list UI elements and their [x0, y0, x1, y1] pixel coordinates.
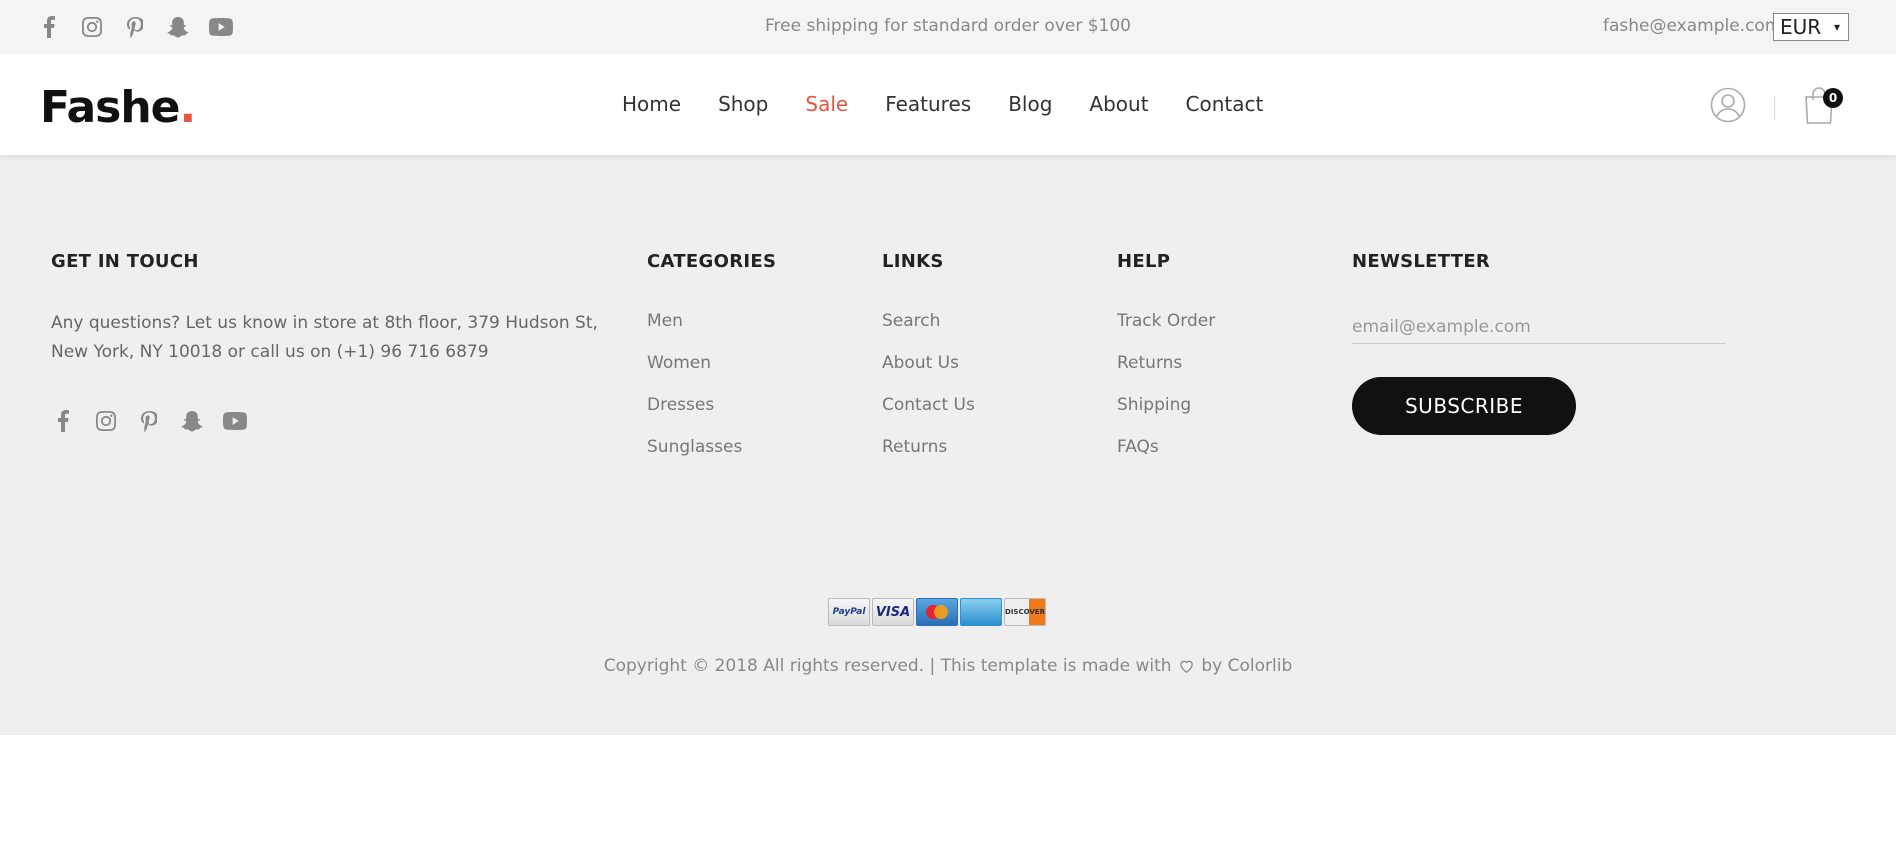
- help-section: HELP Track Order Returns Shipping FAQs: [1117, 251, 1215, 479]
- nav-contact[interactable]: Contact: [1186, 92, 1264, 116]
- help-link[interactable]: FAQs: [1117, 437, 1215, 479]
- currency-value: EUR: [1780, 15, 1822, 39]
- category-link[interactable]: Women: [647, 353, 776, 395]
- category-link[interactable]: Dresses: [647, 395, 776, 437]
- facebook-icon[interactable]: [50, 408, 76, 434]
- newsletter-section: NEWSLETTER: [1352, 251, 1490, 272]
- youtube-icon[interactable]: [222, 408, 248, 434]
- caret-down-icon: ▾: [1833, 20, 1840, 34]
- mastercard-logo: [916, 598, 958, 626]
- heart-icon: [1180, 660, 1193, 673]
- newsletter-title: NEWSLETTER: [1352, 251, 1491, 272]
- discover-logo: DISCOVER: [1004, 598, 1046, 626]
- help-link[interactable]: Track Order: [1117, 311, 1215, 353]
- help-link[interactable]: Shipping: [1117, 395, 1215, 437]
- categories-section: CATEGORIES Men Women Dresses Sunglasses: [647, 251, 776, 479]
- nav-shop[interactable]: Shop: [718, 92, 768, 116]
- help-title: HELP: [1117, 251, 1171, 272]
- main-header: Fashe. Home Shop Sale Features Blog Abou…: [0, 54, 1896, 155]
- copyright-suffix[interactable]: by Colorlib: [1201, 656, 1292, 676]
- amex-logo: [960, 598, 1002, 626]
- logo-text: Fashe: [40, 82, 181, 133]
- payment-methods: PayPal VISA DISCOVER: [828, 598, 1046, 626]
- nav-about[interactable]: About: [1089, 92, 1148, 116]
- top-bar: Free shipping for standard order over $1…: [0, 0, 1896, 54]
- get-in-touch-title: GET IN TOUCH: [51, 251, 199, 272]
- links-title: LINKS: [882, 251, 944, 272]
- categories-title: CATEGORIES: [647, 251, 777, 272]
- snapchat-icon[interactable]: [179, 408, 205, 434]
- user-account-icon[interactable]: [1710, 87, 1746, 123]
- newsletter-email-input[interactable]: [1352, 311, 1726, 344]
- nav-home[interactable]: Home: [622, 92, 681, 116]
- currency-select[interactable]: EUR ▾: [1773, 13, 1849, 41]
- paypal-logo: PayPal: [828, 598, 870, 626]
- category-link[interactable]: Men: [647, 311, 776, 353]
- logo-dot: .: [179, 82, 197, 133]
- nav-blog[interactable]: Blog: [1008, 92, 1052, 116]
- get-in-touch-section: GET IN TOUCH Any questions? Let us know …: [51, 251, 621, 367]
- footer-link[interactable]: Search: [882, 311, 975, 353]
- footer-link[interactable]: About Us: [882, 353, 975, 395]
- contact-email[interactable]: fashe@example.com: [1603, 16, 1781, 36]
- main-nav: Home Shop Sale Features Blog About Conta…: [622, 92, 1300, 116]
- links-section: LINKS Search About Us Contact Us Returns: [882, 251, 975, 479]
- subscribe-button[interactable]: SUBSCRIBE: [1352, 377, 1576, 435]
- footer-link[interactable]: Returns: [882, 437, 975, 479]
- logo[interactable]: Fashe.: [40, 82, 197, 133]
- copyright-text: Copyright © 2018 All rights reserved. | …: [0, 656, 1896, 676]
- cart-count-badge: 0: [1823, 88, 1843, 108]
- copyright-prefix: Copyright © 2018 All rights reserved. | …: [603, 656, 1172, 676]
- instagram-icon[interactable]: [93, 408, 119, 434]
- footer-link[interactable]: Contact Us: [882, 395, 975, 437]
- nav-features[interactable]: Features: [885, 92, 971, 116]
- get-in-touch-text: Any questions? Let us know in store at 8…: [51, 313, 598, 362]
- nav-sale[interactable]: Sale: [805, 92, 848, 116]
- help-link[interactable]: Returns: [1117, 353, 1215, 395]
- footer-social-links: [50, 408, 265, 434]
- header-divider: [1774, 96, 1775, 120]
- pinterest-icon[interactable]: [136, 408, 162, 434]
- visa-logo: VISA: [872, 598, 914, 626]
- site-footer: GET IN TOUCH Any questions? Let us know …: [0, 155, 1896, 735]
- category-link[interactable]: Sunglasses: [647, 437, 776, 479]
